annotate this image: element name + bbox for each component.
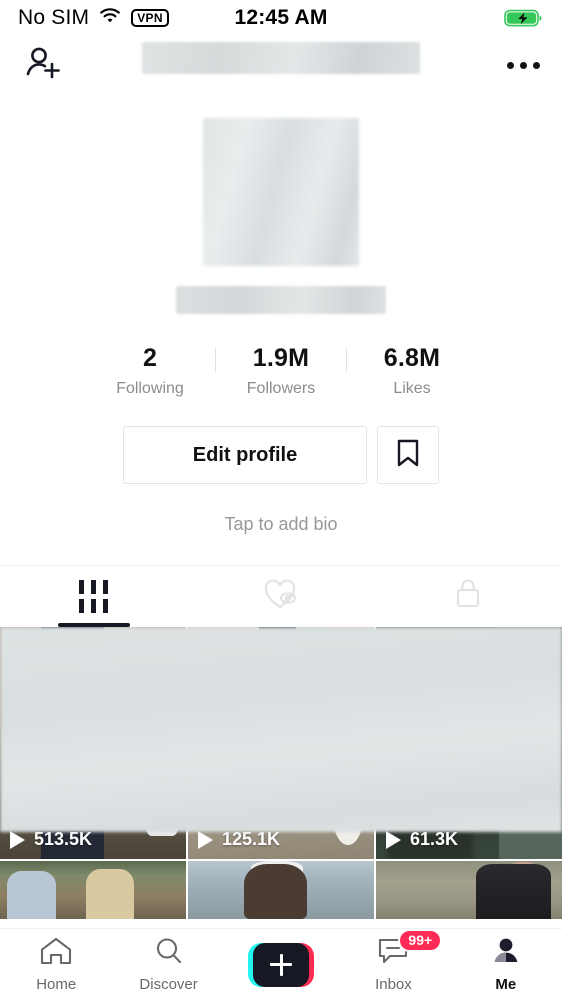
stat-divider [215,348,216,372]
video-thumbnail-image [188,861,374,919]
following-label: Following [116,380,184,397]
likes-label: Likes [393,380,431,397]
bottom-nav: Home Discover 99+ Inbox Me [0,928,562,1000]
video-view-count: 513.5K [10,829,92,850]
status-bar-left: No SIM VPN [18,6,169,30]
avatar-image-redacted [203,118,359,266]
nav-item-me[interactable]: Me [450,936,562,993]
play-icon [198,830,213,849]
tab-private[interactable] [375,566,562,627]
following-count: 2 [142,344,158,372]
view-count-label: 513.5K [34,829,93,849]
lock-icon [452,576,484,617]
video-thumbnail-image [0,861,186,919]
stat-likes[interactable]: 6.8M Likes [353,344,471,398]
tab-videos[interactable] [0,566,187,627]
followers-label: Followers [246,380,316,397]
play-icon [386,830,401,849]
profile-username[interactable] [0,286,562,314]
bookmark-icon [395,438,421,473]
play-icon [10,830,25,849]
edit-profile-button[interactable]: Edit profile [123,426,367,484]
stat-divider [346,348,347,372]
avatar[interactable] [0,118,562,266]
create-core [253,942,310,987]
video-thumbnail[interactable] [188,861,374,919]
carrier-label: No SIM [18,6,90,29]
bio-placeholder[interactable]: Tap to add bio [0,514,562,535]
home-icon [39,936,73,971]
video-grid: 513.5K 125.1K 61.3K [0,627,562,919]
profile-header [0,36,562,94]
followers-count: 1.9M [252,344,310,372]
battery-charging-icon [504,8,544,28]
status-bar: No SIM VPN 12:45 AM [0,0,562,36]
header-username-redacted[interactable] [0,42,562,74]
profile-section: 2 Following 1.9M Followers 6.8M Likes Ed… [0,94,562,535]
nav-item-home[interactable]: Home [0,936,112,993]
view-count-label: 125.1K [222,829,281,849]
header-username-blur [142,42,420,74]
nav-label-me: Me [495,976,517,993]
video-view-count: 61.3K [386,829,458,850]
stat-followers[interactable]: 1.9M Followers [222,344,340,398]
profile-actions: Edit profile [0,426,562,484]
stat-following[interactable]: 2 Following [91,344,209,398]
video-thumbnail[interactable] [0,861,186,919]
video-thumbnail-image [376,861,562,919]
nav-label-home: Home [36,976,77,993]
video-view-count: 125.1K [198,829,280,850]
profile-tabs [0,565,562,627]
nav-label-inbox: Inbox [375,976,412,993]
tab-liked[interactable] [187,566,374,627]
more-options-icon[interactable] [507,61,540,69]
create-plus-icon[interactable] [248,942,315,987]
grid-blur-overlay [0,627,562,832]
nav-item-inbox[interactable]: 99+ Inbox [337,929,449,993]
tiktok-profile-screen: No SIM VPN 12:45 AM 2 Following 1.9M Fol… [0,0,562,1000]
likes-count: 6.8M [383,344,441,372]
nav-label-discover: Discover [139,976,198,993]
nav-item-create[interactable] [225,942,337,987]
bookmark-button[interactable] [377,426,439,484]
nav-item-discover[interactable]: Discover [112,936,224,993]
inbox-icon: 99+ [376,929,443,971]
heart-hidden-icon [261,576,301,617]
grid-icon [79,580,109,613]
search-icon [152,936,186,971]
profile-username-redacted [176,286,386,314]
profile-stats: 2 Following 1.9M Followers 6.8M Likes [0,344,562,398]
video-thumbnail[interactable] [376,861,562,919]
video-row-2 [0,861,562,919]
inbox-badge: 99+ [398,929,443,952]
wifi-icon [98,7,122,30]
view-count-label: 61.3K [410,829,459,849]
profile-icon [489,936,523,971]
vpn-badge: VPN [131,8,169,28]
